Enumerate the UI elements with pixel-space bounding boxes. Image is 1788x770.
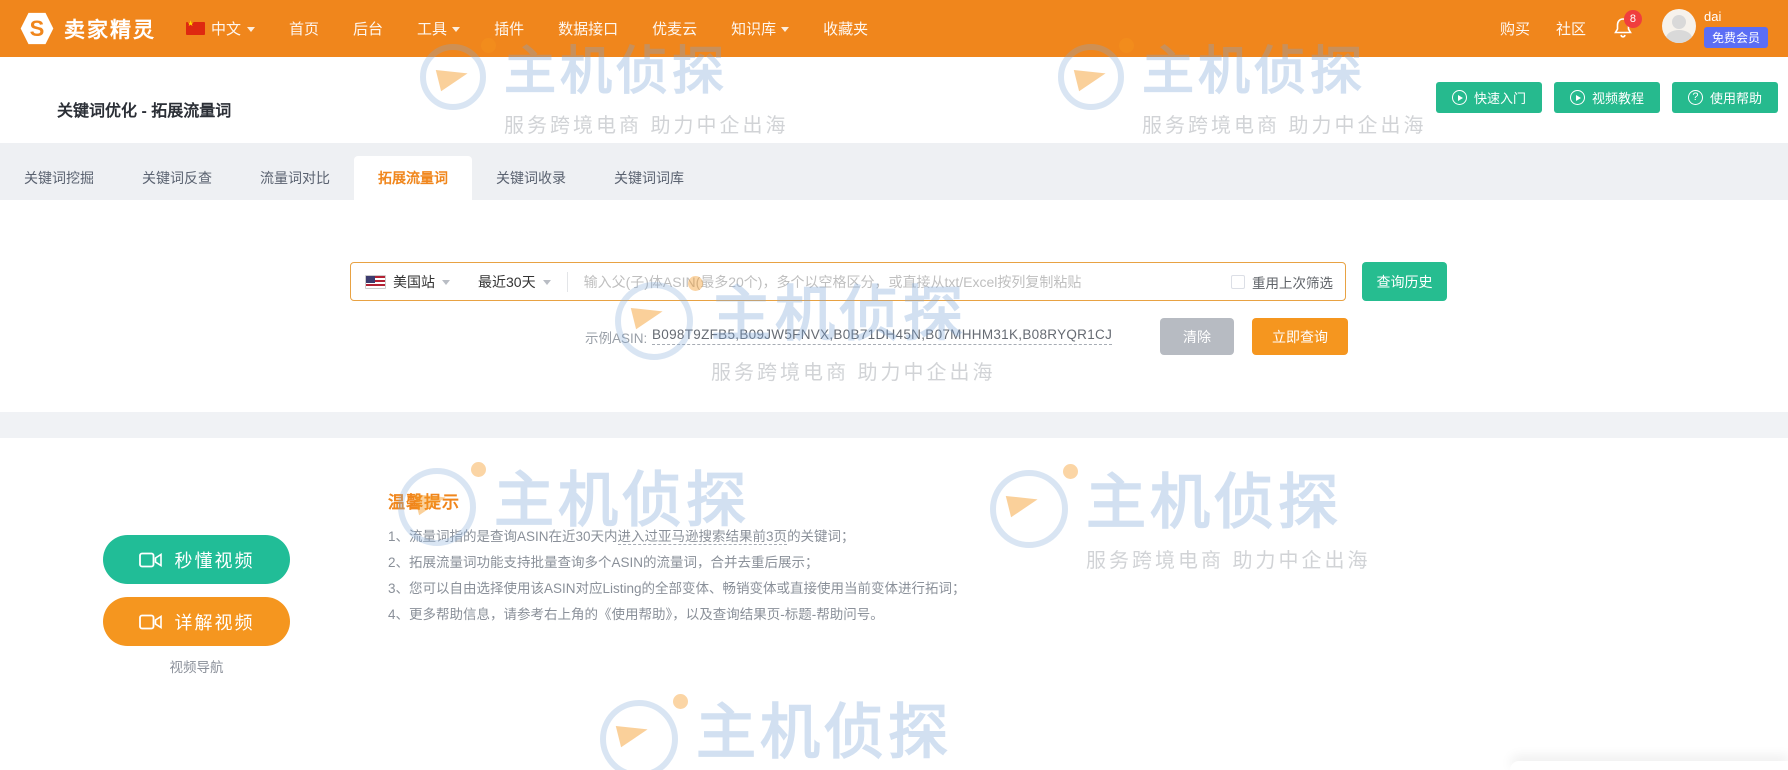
tips-title: 温馨提示: [388, 493, 460, 512]
username: dai: [1703, 9, 1722, 24]
marketplace-value: 美国站: [393, 273, 435, 290]
example-asin-label: 示例ASIN:: [585, 331, 648, 346]
user-info: dai 免费会员: [1703, 9, 1768, 48]
nav-item-data-api[interactable]: 数据接口: [558, 18, 618, 39]
logo-letter: S: [29, 15, 45, 41]
example-row: 示例ASIN: B098T9ZFB5,B09JW5FNVX,B0B71DH45N…: [0, 318, 1788, 356]
divider: [566, 271, 568, 292]
nav-item-knowledge[interactable]: 知识库: [731, 18, 790, 39]
brand-name: 卖家精灵: [64, 18, 156, 42]
tips-list: 1、流量词指的是查询ASIN在近30天内进入过亚马逊搜索结果前3页的关键词； 2…: [388, 524, 966, 628]
quick-video-button[interactable]: 秒懂视频: [103, 535, 290, 584]
nav-item-favorites[interactable]: 收藏夹: [823, 18, 868, 39]
example-asin-value[interactable]: B098T9ZFB5,B09JW5FNVX,B0B71DH45N,B07MHHM…: [652, 327, 1113, 345]
nav-item-buy[interactable]: 购买: [1500, 18, 1530, 39]
tip-line-3: 3、您可以自由选择使用该ASIN对应Listing的全部变体、畅销变体或直接使用…: [388, 581, 966, 596]
tab-keyword-index[interactable]: 关键词收录: [472, 156, 590, 200]
query-history-button[interactable]: 查询历史: [1362, 262, 1447, 301]
query-now-button[interactable]: 立即查询: [1252, 318, 1348, 355]
tabs: 关键词挖掘 关键词反查 流量词对比 拓展流量词 关键词收录 关键词词库: [0, 156, 708, 200]
reuse-filter-checkbox[interactable]: [1231, 274, 1245, 289]
page-header: 关键词优化 - 拓展流量词 快速入门 视频教程 使用帮助: [0, 57, 1788, 143]
marketplace-select[interactable]: 美国站: [365, 272, 450, 292]
topbar-right: 购买 社区 8 dai 免费会员: [1500, 9, 1768, 48]
tab-keyword-mining[interactable]: 关键词挖掘: [0, 156, 118, 200]
language-selector[interactable]: 中文: [186, 18, 256, 39]
tab-keyword-library[interactable]: 关键词词库: [590, 156, 708, 200]
nav-item-tools[interactable]: 工具: [417, 18, 461, 39]
chevron-down-icon: [247, 27, 256, 32]
tip-underlined-phrase: 进入过亚马逊搜索结果前3页: [617, 529, 788, 545]
tip-line-1: 1、流量词指的是查询ASIN在近30天内进入过亚马逊搜索结果前3页的关键词；: [388, 529, 855, 545]
question-icon: [1687, 90, 1703, 105]
brand-logo[interactable]: S 卖家精灵: [20, 12, 156, 46]
tab-band: 关键词挖掘 关键词反查 流量词对比 拓展流量词 关键词收录 关键词词库: [0, 143, 1788, 200]
main-nav: 首页 后台 工具 插件 数据接口 优麦云 知识库 收藏夹: [289, 18, 868, 39]
us-flag-icon: [365, 274, 386, 289]
search-section: 美国站 最近30天 重用上次筛选 查询历史 示例ASIN: B098T9ZFB5…: [0, 200, 1788, 412]
reuse-filter-label: 重用上次筛选: [1252, 275, 1333, 291]
chevron-down-icon: [781, 27, 790, 32]
search-box: 美国站 最近30天 重用上次筛选: [350, 262, 1346, 301]
page-title: 关键词优化 - 拓展流量词: [57, 103, 232, 120]
tab-reverse-asin[interactable]: 关键词反查: [118, 156, 236, 200]
china-flag-icon: [186, 19, 205, 35]
date-range-select[interactable]: 最近30天: [478, 272, 551, 292]
nav-item-community[interactable]: 社区: [1556, 18, 1586, 39]
clear-button[interactable]: 清除: [1160, 318, 1234, 355]
reuse-filter-option[interactable]: 重用上次筛选: [1231, 272, 1333, 292]
notification-badge: 8: [1623, 9, 1642, 28]
video-caption: 视频导航: [169, 660, 224, 675]
asin-input[interactable]: [583, 273, 1221, 290]
membership-badge[interactable]: 免费会员: [1703, 27, 1768, 48]
chat-widget-corner[interactable]: [1510, 761, 1788, 770]
chevron-down-icon: [452, 27, 461, 32]
date-range-value: 最近30天: [478, 273, 536, 290]
language-label: 中文: [211, 21, 242, 38]
help-buttons: 快速入门 视频教程 使用帮助: [1435, 82, 1778, 113]
nav-item-backend[interactable]: 后台: [353, 18, 383, 39]
help-button[interactable]: 使用帮助: [1671, 82, 1778, 113]
user-account[interactable]: dai 免费会员: [1661, 9, 1768, 48]
nav-item-plugin[interactable]: 插件: [494, 18, 524, 39]
top-navbar: S 卖家精灵 中文 首页 后台 工具 插件 数据接口 优麦云 知识库 收藏夹 购…: [0, 0, 1788, 57]
tip-line-2: 2、拓展流量词功能支持批量查询多个ASIN的流量词，合并去重后展示；: [388, 555, 819, 570]
nav-item-home[interactable]: 首页: [289, 18, 319, 39]
video-camera-icon: [138, 552, 162, 567]
tip-line-4: 4、更多帮助信息，请参考右上角的《使用帮助》，以及查询结果页-标题-帮助问号。: [388, 607, 884, 622]
avatar[interactable]: [1661, 9, 1696, 43]
video-tutorial-button[interactable]: 视频教程: [1553, 82, 1660, 113]
quick-start-button[interactable]: 快速入门: [1435, 82, 1542, 113]
play-icon: [1451, 90, 1467, 105]
nav-item-youmaiyun[interactable]: 优麦云: [652, 18, 697, 39]
tab-expand-traffic-words[interactable]: 拓展流量词: [354, 156, 472, 200]
play-icon: [1569, 90, 1585, 105]
app-window: S 卖家精灵 中文 首页 后台 工具 插件 数据接口 优麦云 知识库 收藏夹 购…: [0, 0, 1788, 770]
notifications-button[interactable]: 8: [1612, 9, 1642, 42]
detail-video-button[interactable]: 详解视频: [103, 597, 290, 646]
brand-logo-icon: S: [20, 12, 54, 45]
section-divider: [0, 412, 1788, 438]
chevron-down-icon: [442, 280, 450, 285]
video-camera-icon: [138, 614, 162, 629]
tips-section: 秒懂视频 详解视频 视频导航 温馨提示 1、流量词指的是查询ASIN在近30天内…: [0, 438, 1788, 770]
chevron-down-icon: [542, 280, 551, 285]
tab-traffic-compare[interactable]: 流量词对比: [236, 156, 354, 200]
